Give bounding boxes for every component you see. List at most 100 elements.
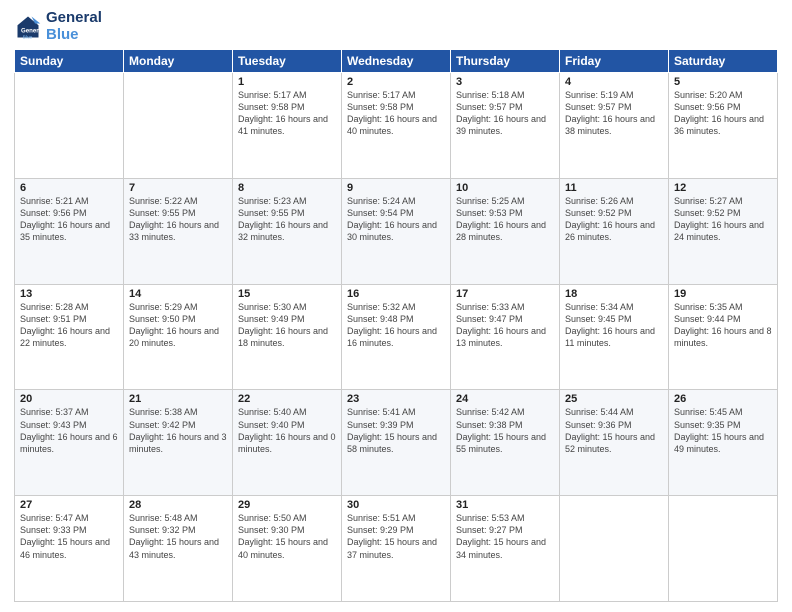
calendar-cell: 25Sunrise: 5:44 AM Sunset: 9:36 PM Dayli… (560, 390, 669, 496)
weekday-header-monday: Monday (124, 50, 233, 73)
svg-text:General: General (21, 27, 42, 34)
calendar-cell (560, 496, 669, 602)
day-detail: Sunrise: 5:17 AM Sunset: 9:58 PM Dayligh… (347, 89, 445, 138)
calendar-week-row: 6Sunrise: 5:21 AM Sunset: 9:56 PM Daylig… (15, 178, 778, 284)
day-detail: Sunrise: 5:53 AM Sunset: 9:27 PM Dayligh… (456, 512, 554, 561)
day-detail: Sunrise: 5:38 AM Sunset: 9:42 PM Dayligh… (129, 406, 227, 455)
day-number: 2 (347, 76, 445, 88)
calendar-cell: 11Sunrise: 5:26 AM Sunset: 9:52 PM Dayli… (560, 178, 669, 284)
day-number: 18 (565, 288, 663, 300)
day-number: 31 (456, 499, 554, 511)
weekday-header-wednesday: Wednesday (342, 50, 451, 73)
calendar-cell: 26Sunrise: 5:45 AM Sunset: 9:35 PM Dayli… (669, 390, 778, 496)
day-detail: Sunrise: 5:37 AM Sunset: 9:43 PM Dayligh… (20, 406, 118, 455)
day-number: 24 (456, 393, 554, 405)
day-detail: Sunrise: 5:42 AM Sunset: 9:38 PM Dayligh… (456, 406, 554, 455)
calendar-cell: 10Sunrise: 5:25 AM Sunset: 9:53 PM Dayli… (451, 178, 560, 284)
day-detail: Sunrise: 5:24 AM Sunset: 9:54 PM Dayligh… (347, 195, 445, 244)
day-number: 11 (565, 182, 663, 194)
day-detail: Sunrise: 5:28 AM Sunset: 9:51 PM Dayligh… (20, 301, 118, 350)
day-detail: Sunrise: 5:48 AM Sunset: 9:32 PM Dayligh… (129, 512, 227, 561)
day-detail: Sunrise: 5:51 AM Sunset: 9:29 PM Dayligh… (347, 512, 445, 561)
calendar-cell: 5Sunrise: 5:20 AM Sunset: 9:56 PM Daylig… (669, 73, 778, 179)
day-number: 10 (456, 182, 554, 194)
day-detail: Sunrise: 5:44 AM Sunset: 9:36 PM Dayligh… (565, 406, 663, 455)
header: General Blue General Blue (14, 10, 778, 43)
calendar-cell: 6Sunrise: 5:21 AM Sunset: 9:56 PM Daylig… (15, 178, 124, 284)
day-detail: Sunrise: 5:34 AM Sunset: 9:45 PM Dayligh… (565, 301, 663, 350)
calendar-cell: 9Sunrise: 5:24 AM Sunset: 9:54 PM Daylig… (342, 178, 451, 284)
day-detail: Sunrise: 5:40 AM Sunset: 9:40 PM Dayligh… (238, 406, 336, 455)
day-number: 16 (347, 288, 445, 300)
day-detail: Sunrise: 5:25 AM Sunset: 9:53 PM Dayligh… (456, 195, 554, 244)
day-number: 14 (129, 288, 227, 300)
calendar-week-row: 27Sunrise: 5:47 AM Sunset: 9:33 PM Dayli… (15, 496, 778, 602)
calendar-cell: 1Sunrise: 5:17 AM Sunset: 9:58 PM Daylig… (233, 73, 342, 179)
calendar-cell: 17Sunrise: 5:33 AM Sunset: 9:47 PM Dayli… (451, 284, 560, 390)
calendar-cell: 31Sunrise: 5:53 AM Sunset: 9:27 PM Dayli… (451, 496, 560, 602)
day-detail: Sunrise: 5:22 AM Sunset: 9:55 PM Dayligh… (129, 195, 227, 244)
day-detail: Sunrise: 5:32 AM Sunset: 9:48 PM Dayligh… (347, 301, 445, 350)
calendar-cell: 24Sunrise: 5:42 AM Sunset: 9:38 PM Dayli… (451, 390, 560, 496)
calendar-week-row: 13Sunrise: 5:28 AM Sunset: 9:51 PM Dayli… (15, 284, 778, 390)
day-number: 3 (456, 76, 554, 88)
day-number: 7 (129, 182, 227, 194)
day-detail: Sunrise: 5:47 AM Sunset: 9:33 PM Dayligh… (20, 512, 118, 561)
day-number: 22 (238, 393, 336, 405)
day-detail: Sunrise: 5:33 AM Sunset: 9:47 PM Dayligh… (456, 301, 554, 350)
weekday-header-sunday: Sunday (15, 50, 124, 73)
logo-text: General Blue (46, 10, 102, 43)
day-detail: Sunrise: 5:27 AM Sunset: 9:52 PM Dayligh… (674, 195, 772, 244)
calendar-cell: 4Sunrise: 5:19 AM Sunset: 9:57 PM Daylig… (560, 73, 669, 179)
day-detail: Sunrise: 5:19 AM Sunset: 9:57 PM Dayligh… (565, 89, 663, 138)
day-number: 6 (20, 182, 118, 194)
calendar-cell: 30Sunrise: 5:51 AM Sunset: 9:29 PM Dayli… (342, 496, 451, 602)
day-number: 5 (674, 76, 772, 88)
day-number: 17 (456, 288, 554, 300)
day-number: 4 (565, 76, 663, 88)
logo-icon: General Blue (14, 13, 42, 41)
calendar-cell: 29Sunrise: 5:50 AM Sunset: 9:30 PM Dayli… (233, 496, 342, 602)
calendar-cell: 8Sunrise: 5:23 AM Sunset: 9:55 PM Daylig… (233, 178, 342, 284)
day-number: 27 (20, 499, 118, 511)
calendar-cell: 15Sunrise: 5:30 AM Sunset: 9:49 PM Dayli… (233, 284, 342, 390)
day-detail: Sunrise: 5:18 AM Sunset: 9:57 PM Dayligh… (456, 89, 554, 138)
day-number: 13 (20, 288, 118, 300)
day-number: 9 (347, 182, 445, 194)
svg-text:Blue: Blue (23, 34, 33, 40)
calendar-cell (669, 496, 778, 602)
weekday-header-friday: Friday (560, 50, 669, 73)
weekday-header-saturday: Saturday (669, 50, 778, 73)
day-number: 26 (674, 393, 772, 405)
day-detail: Sunrise: 5:23 AM Sunset: 9:55 PM Dayligh… (238, 195, 336, 244)
day-detail: Sunrise: 5:26 AM Sunset: 9:52 PM Dayligh… (565, 195, 663, 244)
day-number: 25 (565, 393, 663, 405)
day-number: 8 (238, 182, 336, 194)
calendar-header-row: SundayMondayTuesdayWednesdayThursdayFrid… (15, 50, 778, 73)
day-number: 23 (347, 393, 445, 405)
calendar-cell: 18Sunrise: 5:34 AM Sunset: 9:45 PM Dayli… (560, 284, 669, 390)
calendar-cell: 3Sunrise: 5:18 AM Sunset: 9:57 PM Daylig… (451, 73, 560, 179)
day-detail: Sunrise: 5:17 AM Sunset: 9:58 PM Dayligh… (238, 89, 336, 138)
day-detail: Sunrise: 5:41 AM Sunset: 9:39 PM Dayligh… (347, 406, 445, 455)
calendar-cell (124, 73, 233, 179)
calendar-cell: 12Sunrise: 5:27 AM Sunset: 9:52 PM Dayli… (669, 178, 778, 284)
calendar-week-row: 20Sunrise: 5:37 AM Sunset: 9:43 PM Dayli… (15, 390, 778, 496)
calendar-cell: 2Sunrise: 5:17 AM Sunset: 9:58 PM Daylig… (342, 73, 451, 179)
calendar-cell: 19Sunrise: 5:35 AM Sunset: 9:44 PM Dayli… (669, 284, 778, 390)
page: General Blue General Blue SundayMondayTu… (0, 0, 792, 612)
calendar-cell: 28Sunrise: 5:48 AM Sunset: 9:32 PM Dayli… (124, 496, 233, 602)
calendar-cell: 27Sunrise: 5:47 AM Sunset: 9:33 PM Dayli… (15, 496, 124, 602)
calendar-cell: 16Sunrise: 5:32 AM Sunset: 9:48 PM Dayli… (342, 284, 451, 390)
day-detail: Sunrise: 5:50 AM Sunset: 9:30 PM Dayligh… (238, 512, 336, 561)
weekday-header-thursday: Thursday (451, 50, 560, 73)
day-number: 19 (674, 288, 772, 300)
logo: General Blue General Blue (14, 10, 102, 43)
day-detail: Sunrise: 5:20 AM Sunset: 9:56 PM Dayligh… (674, 89, 772, 138)
calendar-cell: 23Sunrise: 5:41 AM Sunset: 9:39 PM Dayli… (342, 390, 451, 496)
day-number: 30 (347, 499, 445, 511)
calendar-week-row: 1Sunrise: 5:17 AM Sunset: 9:58 PM Daylig… (15, 73, 778, 179)
calendar-cell: 7Sunrise: 5:22 AM Sunset: 9:55 PM Daylig… (124, 178, 233, 284)
calendar-body: 1Sunrise: 5:17 AM Sunset: 9:58 PM Daylig… (15, 73, 778, 602)
day-number: 12 (674, 182, 772, 194)
